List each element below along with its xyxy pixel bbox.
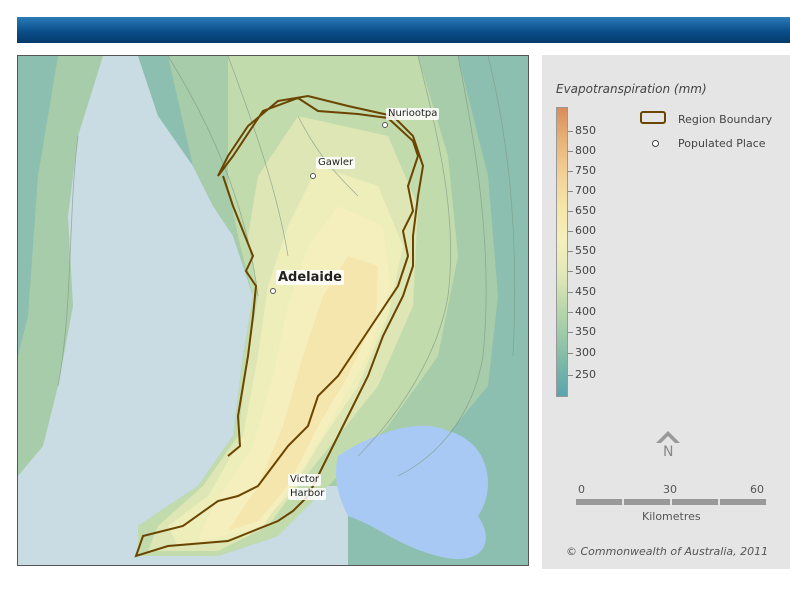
- scale-label: 30: [663, 483, 677, 496]
- region-boundary-label: Region Boundary: [678, 113, 773, 126]
- legend-title: Evapotranspiration (mm): [556, 82, 707, 96]
- scale-label: 0: [578, 483, 585, 496]
- scale-tick: 450: [568, 285, 596, 298]
- scale-unit-label: Kilometres: [642, 510, 701, 523]
- scale-segment: [720, 499, 766, 505]
- place-label-gawler: Gawler: [316, 157, 356, 169]
- populated-place-icon: [652, 140, 659, 147]
- scale-tick: 850: [568, 124, 596, 137]
- legend-panel: Evapotranspiration (mm) 850 800 750 700 …: [542, 55, 790, 569]
- scale-tick: 300: [568, 346, 596, 359]
- header-banner: [17, 17, 790, 43]
- populated-place-label: Populated Place: [678, 137, 766, 150]
- evapotranspiration-map[interactable]: [18, 56, 529, 566]
- place-label-victor: Victor: [288, 474, 322, 486]
- scale-tick: 700: [568, 184, 596, 197]
- scale-segment: [576, 499, 622, 505]
- scale-tick: 350: [568, 325, 596, 338]
- adelaide-marker[interactable]: [270, 288, 276, 294]
- scale-tick: 550: [568, 244, 596, 257]
- scale-label: 60: [750, 483, 764, 496]
- place-label-nuriootpa: Nuriootpa: [386, 108, 440, 120]
- region-boundary-swatch: [640, 111, 666, 124]
- scale-tick: 750: [568, 164, 596, 177]
- map-panel[interactable]: Nuriootpa Gawler Adelaide Victor Harbor: [17, 55, 529, 566]
- nuriootpa-marker[interactable]: [382, 122, 388, 128]
- color-scale-bar: [556, 107, 568, 397]
- place-label-adelaide: Adelaide: [276, 270, 344, 285]
- scale-tick: 250: [568, 368, 596, 381]
- place-label-harbor: Harbor: [288, 488, 327, 500]
- copyright-notice: © Commonwealth of Australia, 2011: [566, 545, 769, 558]
- scale-tick: 400: [568, 305, 596, 318]
- scale-tick: 800: [568, 144, 596, 157]
- gawler-marker[interactable]: [310, 173, 316, 179]
- scale-segment: [672, 499, 718, 505]
- scale-segment: [624, 499, 670, 505]
- scale-tick: 650: [568, 204, 596, 217]
- north-label: N: [663, 444, 674, 460]
- scale-tick: 500: [568, 264, 596, 277]
- scale-tick: 600: [568, 224, 596, 237]
